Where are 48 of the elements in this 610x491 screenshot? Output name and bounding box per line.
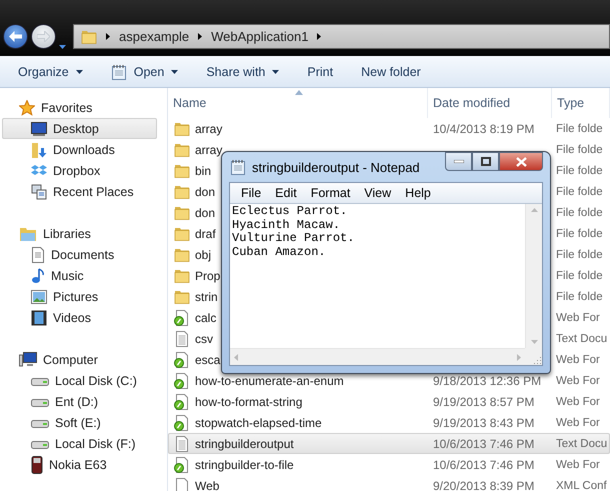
text-line: Hyacinth Macaw. <box>232 218 342 232</box>
date-modified: 10/4/2013 8:19 PM <box>433 122 534 136</box>
file-name: Web <box>195 478 220 491</box>
file-type: Web For <box>556 396 600 408</box>
date-modified: 9/20/2013 8:39 PM <box>433 478 534 491</box>
file-name: don <box>195 206 216 220</box>
window-title: stringbuilderoutput - Notepad <box>252 160 421 174</box>
file-name: stringbuilderoutput <box>195 436 294 450</box>
file-name: array <box>195 122 222 136</box>
file-type: Web For <box>556 312 600 324</box>
file-name: bin <box>195 164 212 178</box>
file-type: Web For <box>556 416 600 428</box>
file-type: File folde <box>556 290 603 302</box>
file-type: XML Conf <box>556 480 607 491</box>
file-type: Text Docu <box>556 332 608 344</box>
file-name: how-to-format-string <box>195 394 302 408</box>
file-name: how-to-enumerate-an-enum <box>195 374 344 388</box>
file-name: Prop <box>195 268 220 282</box>
file-type: File folde <box>556 248 603 260</box>
file-type: File folde <box>556 186 603 198</box>
file-type: File folde <box>556 206 603 218</box>
date-modified: 9/19/2013 8:43 PM <box>433 416 534 430</box>
file-type: File folde <box>556 228 603 240</box>
file-type: File folde <box>556 164 603 176</box>
file-name: array <box>195 142 222 156</box>
file-name: obj <box>195 248 212 262</box>
file-type: File folde <box>556 122 603 134</box>
text-line: Cuban Amazon. <box>232 246 327 259</box>
file-type: Web For <box>556 458 600 470</box>
file-name: stringbuilder-to-file <box>195 458 294 472</box>
file-name: esca <box>195 352 220 366</box>
text-line: Eclectus Parrot. <box>232 205 348 218</box>
file-type: Web For <box>556 374 600 386</box>
file-type: File folde <box>556 270 603 282</box>
text-line: Vulturine Parrot. <box>232 232 356 246</box>
file-name: don <box>195 184 216 198</box>
date-modified: 10/6/2013 7:46 PM <box>433 458 534 472</box>
file-name: calc <box>195 310 216 324</box>
file-name: strin <box>195 290 218 304</box>
date-modified: 10/6/2013 7:46 PM <box>433 436 534 450</box>
date-modified: 9/18/2013 12:36 PM <box>433 374 542 388</box>
file-name: csv <box>195 332 213 346</box>
file-type: Text Docu <box>556 438 608 450</box>
file-name: draf <box>195 226 216 240</box>
file-name: stopwatch-elapsed-time <box>195 416 322 430</box>
file-type: File folde <box>556 144 603 156</box>
date-modified: 9/19/2013 8:57 PM <box>433 394 534 408</box>
file-type: Web For <box>556 354 600 366</box>
